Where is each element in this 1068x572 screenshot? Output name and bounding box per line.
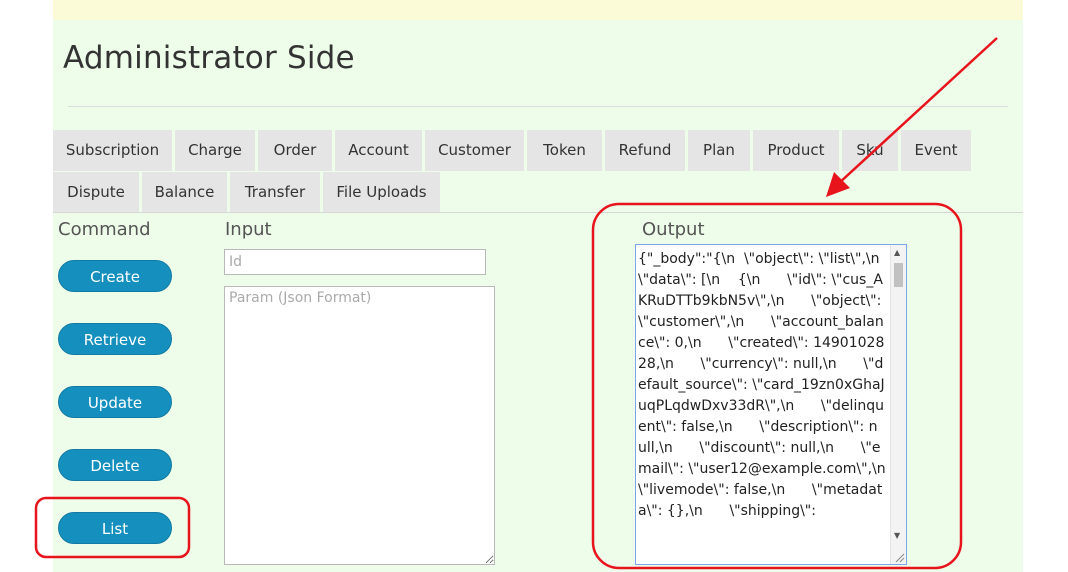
tab-sku[interactable]: Sku	[842, 130, 898, 171]
tab-refund[interactable]: Refund	[605, 130, 685, 171]
delete-button[interactable]: Delete	[58, 449, 172, 481]
id-input[interactable]	[224, 249, 486, 275]
title-divider	[68, 106, 1008, 107]
scroll-up-icon[interactable]: ▲	[894, 248, 900, 257]
input-label: Input	[225, 219, 272, 240]
list-button[interactable]: List	[58, 512, 172, 544]
tab-account[interactable]: Account	[335, 130, 422, 171]
tab-transfer[interactable]: Transfer	[230, 172, 320, 213]
top-banner	[53, 0, 1023, 20]
create-button[interactable]: Create	[58, 260, 172, 292]
output-text: {"_body":"{\n \"object\": \"list\",\n \"…	[638, 251, 886, 519]
tabs-divider	[53, 212, 1023, 213]
output-scrollbar[interactable]: ▲ ▼	[890, 245, 906, 564]
tab-dispute[interactable]: Dispute	[53, 172, 139, 213]
scroll-down-icon[interactable]: ▼	[894, 531, 900, 540]
param-json-input[interactable]	[224, 286, 495, 565]
resize-grip-icon[interactable]	[893, 551, 905, 563]
tab-file-uploads[interactable]: File Uploads	[323, 172, 440, 213]
scroll-thumb[interactable]	[894, 263, 903, 287]
tab-customer[interactable]: Customer	[425, 130, 524, 171]
tab-order[interactable]: Order	[258, 130, 332, 171]
output-label: Output	[642, 219, 705, 240]
tab-balance[interactable]: Balance	[142, 172, 227, 213]
command-label: Command	[58, 219, 151, 240]
tab-subscription[interactable]: Subscription	[53, 130, 172, 171]
output-textarea[interactable]: {"_body":"{\n \"object\": \"list\",\n \"…	[635, 244, 907, 565]
update-button[interactable]: Update	[58, 386, 172, 418]
tab-token[interactable]: Token	[527, 130, 602, 171]
tab-charge[interactable]: Charge	[175, 130, 255, 171]
tab-plan[interactable]: Plan	[688, 130, 750, 171]
tab-product[interactable]: Product	[753, 130, 839, 171]
retrieve-button[interactable]: Retrieve	[58, 323, 172, 355]
tab-event[interactable]: Event	[901, 130, 971, 171]
page-title: Administrator Side	[63, 40, 355, 76]
